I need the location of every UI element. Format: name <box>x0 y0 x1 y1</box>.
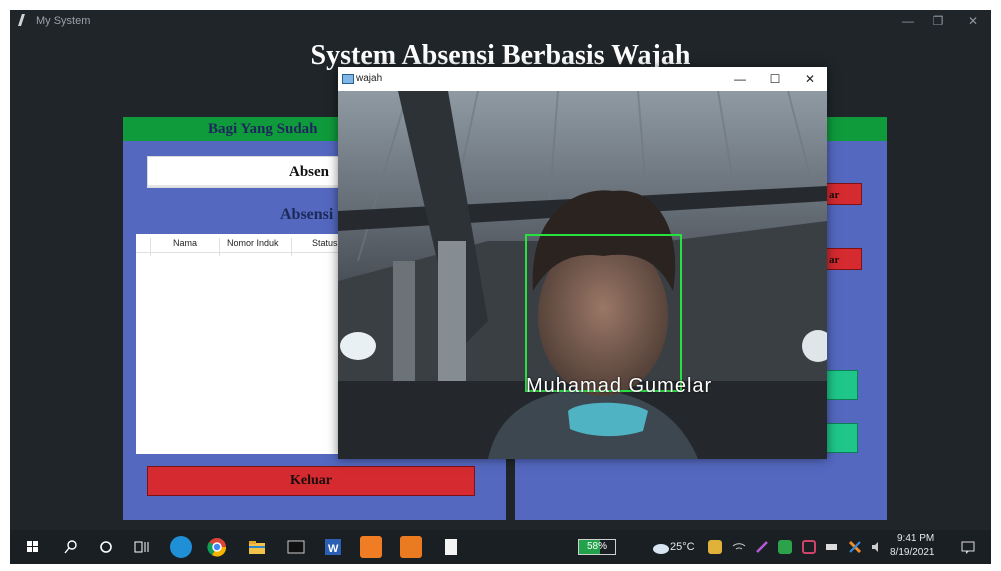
keluar-button[interactable]: Keluar <box>147 466 475 496</box>
restore-button[interactable]: ❐ <box>925 13 951 29</box>
battery-percent: 58% <box>586 541 607 552</box>
terminal-icon[interactable] <box>285 536 307 558</box>
file-explorer-icon[interactable] <box>246 536 268 558</box>
column-header-status[interactable]: Status <box>312 238 338 248</box>
wifi-icon[interactable] <box>732 540 746 554</box>
camera-maximize-button[interactable]: ☐ <box>763 70 787 88</box>
tray-green-icon[interactable] <box>778 540 792 554</box>
battery-indicator[interactable]: 58% <box>578 539 616 555</box>
windows-start-icon[interactable] <box>22 536 44 558</box>
recognized-name-label: Muhamad Gumelar <box>526 375 713 397</box>
clock-date[interactable]: 8/19/2021 <box>890 547 935 558</box>
camera-window[interactable]: wajah — ☐ ✕ Muhamad Gumelar <box>338 67 827 459</box>
close-button[interactable]: ✕ <box>960 13 986 29</box>
search-icon[interactable] <box>60 536 82 558</box>
pen-icon[interactable] <box>755 540 769 554</box>
weather-cloud-icon[interactable] <box>650 536 672 558</box>
file-icon[interactable] <box>440 536 462 558</box>
xampp-icon[interactable] <box>360 536 382 558</box>
tray-tool-icon[interactable] <box>848 540 862 554</box>
tray-app-icon[interactable] <box>708 540 722 554</box>
camera-window-title: wajah <box>356 73 383 84</box>
task-view-icon[interactable] <box>130 536 152 558</box>
chrome-icon[interactable] <box>206 536 228 558</box>
camera-feed: Muhamad Gumelar <box>338 91 827 459</box>
taskbar: W 58% 25°C 9:41 PM 8/19/2021 <box>10 530 991 564</box>
absensi-table-title: Absensi <box>280 206 334 223</box>
sublime-icon[interactable] <box>400 536 422 558</box>
column-header-nama[interactable]: Nama <box>173 238 197 248</box>
volume-icon[interactable] <box>870 540 884 554</box>
clock-time[interactable]: 9:41 PM <box>897 533 934 544</box>
camera-close-button[interactable]: ✕ <box>798 70 822 88</box>
window-title: My System <box>36 15 91 27</box>
word-icon[interactable]: W <box>322 536 344 558</box>
left-panel-header-text: Bagi Yang Sudah <box>208 121 318 137</box>
cortana-icon[interactable] <box>95 536 117 558</box>
weather-temperature[interactable]: 25°C <box>670 541 695 553</box>
minimize-button[interactable]: — <box>895 13 921 29</box>
camera-title-bar[interactable]: wajah — ☐ ✕ <box>338 67 827 91</box>
notification-icon[interactable] <box>960 539 976 555</box>
opencv-window-icon <box>342 74 354 84</box>
edge-icon[interactable] <box>170 536 192 558</box>
tray-security-icon[interactable] <box>802 540 816 554</box>
face-detection-box <box>525 234 682 392</box>
title-bar[interactable]: My System — ❐ ✕ <box>10 10 991 32</box>
app-feather-icon <box>18 14 34 26</box>
column-header-nomor-induk[interactable]: Nomor Induk <box>227 238 279 248</box>
camera-minimize-button[interactable]: — <box>728 70 752 88</box>
battery-icon[interactable] <box>825 540 839 554</box>
svg-text:W: W <box>328 543 339 555</box>
